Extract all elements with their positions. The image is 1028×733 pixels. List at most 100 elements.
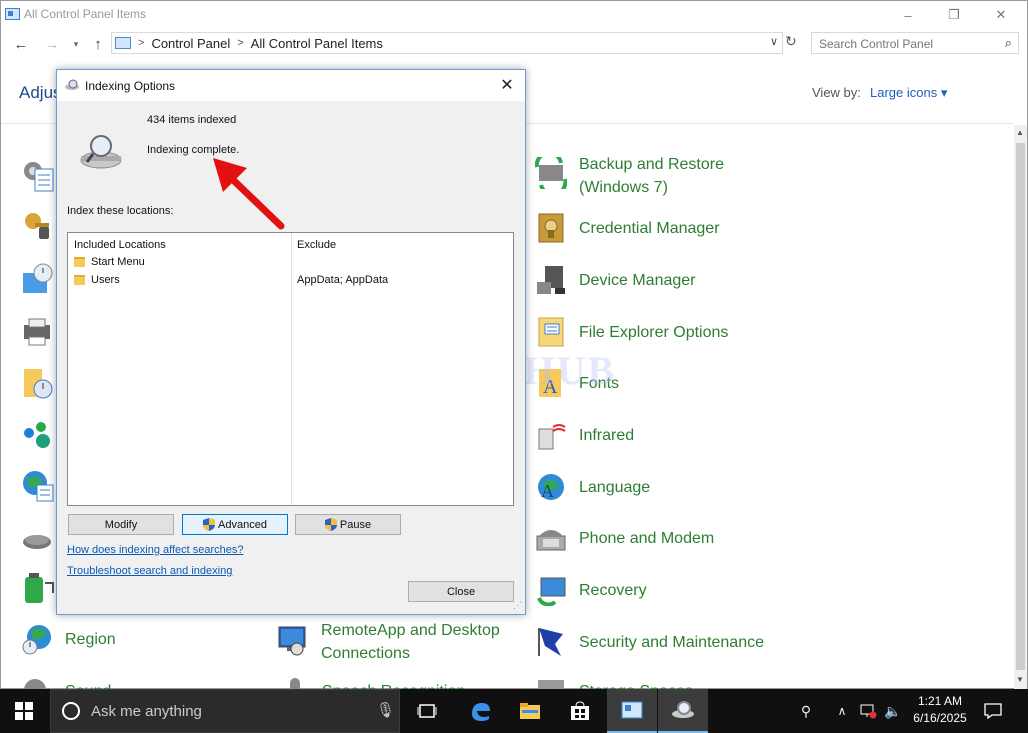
cp-item-file-explorer-options[interactable]: File Explorer Options [535, 316, 728, 348]
resize-grip-icon[interactable]: ⋰ [513, 600, 522, 611]
system-clock[interactable]: 1:21 AM 6/16/2025 [905, 693, 975, 727]
file-explorer-taskbar-button[interactable] [505, 689, 555, 733]
notification-icon [984, 703, 1002, 719]
file-explorer-options-icon [538, 317, 564, 347]
forward-arrow-icon[interactable]: → [42, 34, 62, 54]
phone-modem-icon [536, 530, 566, 551]
maximize-button[interactable]: ❐ [931, 1, 977, 29]
chevron-right-icon: > [138, 37, 145, 49]
back-arrow-icon[interactable]: ← [11, 34, 31, 54]
remoteapp-icon [278, 626, 306, 656]
internet-options-icon[interactable] [21, 469, 55, 503]
table-row[interactable]: Users [74, 274, 120, 286]
cp-label-recovery: Recovery [579, 581, 647, 599]
dialog-close-button[interactable]: Close [408, 581, 514, 602]
refresh-icon[interactable]: ↻ [785, 33, 803, 53]
store-taskbar-button[interactable] [555, 689, 605, 733]
cortana-search[interactable]: Ask me anything 🎙 [50, 689, 400, 733]
minimize-button[interactable]: – [885, 1, 931, 29]
pause-button[interactable]: Pause [295, 514, 401, 535]
indexing-taskbar-button[interactable] [658, 689, 708, 733]
cp-item-backup-restore[interactable]: Backup and Restore (Windows 7) [535, 153, 759, 199]
language-icon: A [538, 474, 564, 501]
cp-label-infrared: Infrared [579, 426, 635, 444]
indexing-taskbar-icon [672, 701, 694, 718]
credential-manager-icon [538, 213, 564, 243]
network-disconnected-icon [860, 704, 877, 719]
sound-icon[interactable] [23, 676, 53, 690]
date-time-icon[interactable] [21, 263, 55, 297]
bitlocker-icon[interactable] [21, 209, 55, 243]
show-hidden-icons-chevron-up-icon[interactable]: ∧ [832, 689, 852, 733]
speech-recognition-icon[interactable] [281, 676, 311, 690]
file-history-icon[interactable] [21, 367, 55, 401]
advanced-label: Advanced [218, 518, 267, 531]
chevron-down-icon[interactable]: ∨ [770, 35, 778, 48]
dialog-title: Indexing Options [85, 79, 176, 93]
people-icon[interactable]: ⚲ [793, 689, 819, 733]
indexing-help-link[interactable]: How does indexing affect searches? [67, 544, 244, 556]
cp-label-device-manager: Device Manager [579, 271, 696, 289]
cp-label-file-explorer-options: File Explorer Options [579, 323, 729, 341]
items-indexed-count: 434 items indexed [147, 114, 237, 126]
up-arrow-icon[interactable]: ↑ [88, 34, 108, 54]
backup-restore-icon [535, 157, 567, 189]
cp-item-device-manager[interactable]: Device Manager [535, 264, 696, 296]
control-panel-crumb-icon [115, 37, 131, 49]
search-icon[interactable]: ⌕ [1005, 35, 1012, 51]
devices-printers-icon[interactable] [21, 317, 55, 351]
troubleshoot-link[interactable]: Troubleshoot search and indexing [67, 565, 232, 577]
control-panel-icon [5, 8, 20, 20]
magnifier-drive-icon [80, 135, 122, 169]
power-options-icon[interactable] [21, 573, 55, 607]
cp-item-security-maintenance[interactable]: Security and Maintenance [535, 626, 764, 658]
cp-item-credential-manager[interactable]: Credential Manager [535, 212, 720, 244]
cp-item-phone-modem[interactable]: Phone and Modem [535, 522, 714, 554]
edge-taskbar-button[interactable] [455, 689, 505, 733]
locations-table[interactable]: Included Locations Exclude Start Menu Us… [67, 232, 514, 506]
cp-item-region[interactable]: Region [21, 623, 116, 655]
taskbar: Ask me anything 🎙 ⚲ ∧ 🔈 1:21 AM 6/16/202… [0, 689, 1028, 733]
uac-shield-icon [203, 518, 216, 531]
breadcrumb-control-panel[interactable]: Control Panel [151, 36, 230, 51]
dialog-close-icon[interactable]: ✕ [497, 75, 517, 95]
cp-item-recovery[interactable]: Recovery [535, 574, 647, 606]
cp-label-credential-manager: Credential Manager [579, 219, 720, 237]
administrative-tools-icon[interactable] [21, 159, 55, 193]
scroll-down-icon[interactable]: ▼ [1016, 675, 1024, 684]
modify-button[interactable]: Modify [68, 514, 174, 535]
cp-item-infrared[interactable]: Infrared [535, 419, 634, 451]
scroll-up-icon[interactable]: ▲ [1016, 128, 1024, 137]
microphone-icon[interactable]: 🎙 [376, 701, 395, 719]
cp-label-language: Language [579, 478, 651, 496]
column-separator [291, 233, 292, 505]
windows-logo-icon [15, 702, 33, 720]
task-view-button[interactable] [402, 689, 452, 733]
edge-icon [472, 703, 490, 721]
breadcrumb-all-items[interactable]: All Control Panel Items [251, 36, 383, 51]
storage-spaces-icon[interactable] [536, 676, 566, 690]
cp-item-remoteapp[interactable]: RemoteApp and Desktop Connections [277, 619, 511, 665]
vertical-scrollbar[interactable]: ▲ ▼ [1014, 125, 1027, 689]
cp-item-language[interactable]: A Language [535, 471, 650, 503]
table-row[interactable]: Start Menu [74, 256, 145, 268]
recovery-icon [537, 577, 566, 606]
start-button[interactable] [0, 689, 48, 733]
security-maintenance-icon [538, 628, 563, 656]
folder-taskbar-icon [520, 703, 540, 719]
control-panel-taskbar-button[interactable] [607, 689, 657, 733]
close-window-button[interactable]: ✕ [978, 1, 1024, 29]
address-bar[interactable]: > Control Panel > All Control Panel Item… [111, 32, 783, 54]
advanced-button[interactable]: Advanced [182, 514, 288, 535]
volume-icon[interactable]: 🔈 [882, 689, 904, 733]
network-icon[interactable] [856, 689, 880, 733]
homegroup-icon[interactable] [21, 419, 55, 453]
recent-locations-icon[interactable]: ▾ [66, 34, 86, 54]
search-input[interactable]: Search Control Panel ⌕ [811, 32, 1019, 54]
svg-text:A: A [541, 481, 554, 501]
clock-time: 1:21 AM [917, 694, 963, 708]
view-by-dropdown[interactable]: Large icons ▾ [870, 85, 947, 101]
scrollbar-thumb[interactable] [1016, 143, 1025, 670]
action-center-icon[interactable] [978, 689, 1008, 733]
mouse-icon[interactable] [21, 527, 55, 561]
